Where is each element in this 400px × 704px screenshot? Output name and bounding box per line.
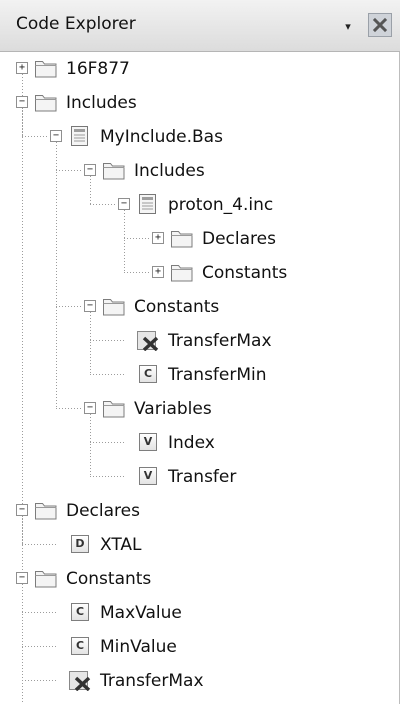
close-icon (372, 17, 388, 33)
folder-icon (102, 159, 126, 181)
tree-node-variables[interactable]: − Variables (0, 392, 400, 426)
panel-title: Code Explorer (16, 14, 136, 34)
tree-node-myinclude-bas[interactable]: − MyInclude.Bas (0, 120, 400, 154)
tree-node-declares[interactable]: + Declares (0, 222, 400, 256)
tree-node-label[interactable]: Transfer (168, 467, 236, 487)
variable-icon: V (139, 467, 157, 485)
tree-node-label[interactable]: Declares (66, 501, 140, 521)
tree-node-xtal[interactable]: D XTAL (0, 528, 400, 562)
tree-node-label[interactable]: proton_4.inc (168, 195, 273, 215)
tree-node-label[interactable]: TransferMax (100, 671, 204, 691)
tree-node-label[interactable]: TransferMax (168, 331, 272, 351)
tree-node-proton-4-inc[interactable]: − proton_4.inc (0, 188, 400, 222)
tree-node-constants[interactable]: − Constants (0, 562, 400, 596)
tree-node-16f877[interactable]: +16F877 (0, 52, 400, 86)
expand-icon[interactable]: + (152, 232, 164, 244)
tree-node-label[interactable]: Declares (202, 229, 276, 249)
tree-node-constants[interactable]: − Constants (0, 290, 400, 324)
tree-node-includes[interactable]: − Includes (0, 154, 400, 188)
folder-icon (34, 57, 58, 79)
tree-node-transfermax[interactable]: TransferMax (0, 324, 400, 358)
folder-icon (34, 91, 58, 113)
tree-node-label[interactable]: MinValue (100, 637, 177, 657)
folder-icon (102, 397, 126, 419)
error-icon (136, 329, 160, 352)
file-include-icon (136, 193, 160, 215)
tree-node-label[interactable]: 16F877 (66, 59, 130, 79)
variable-icon: V (139, 433, 157, 451)
tree-node-declares[interactable]: − Declares (0, 494, 400, 528)
code-explorer-panel: Code Explorer ▾ +16F877 − Includes − MyInclu… (0, 0, 400, 704)
collapse-icon[interactable]: − (16, 572, 28, 584)
tree-node-label[interactable]: Constants (66, 569, 151, 589)
tree-node-label[interactable]: Includes (66, 93, 137, 113)
expand-icon[interactable]: + (152, 266, 164, 278)
folder-icon (102, 295, 126, 317)
tree-node-label[interactable]: Variables (134, 399, 212, 419)
collapse-icon[interactable]: − (84, 164, 96, 176)
expand-icon[interactable]: + (16, 62, 28, 74)
collapse-icon[interactable]: − (16, 504, 28, 516)
tree-node-label[interactable]: MyInclude.Bas (100, 127, 223, 147)
file-include-icon (68, 125, 92, 147)
collapse-icon[interactable]: − (84, 300, 96, 312)
folder-icon (34, 567, 58, 589)
tree-node-label[interactable]: TransferMin (168, 365, 267, 385)
tree-node-transfer[interactable]: V Transfer (0, 460, 400, 494)
folder-icon (170, 227, 194, 249)
tree-node-transfermax[interactable]: TransferMax (0, 664, 400, 698)
code-explorer-tree: +16F877− Includes − MyInclude.Bas − Includes −… (0, 52, 400, 704)
close-button[interactable] (368, 13, 392, 37)
tree-node-label[interactable]: Constants (134, 297, 219, 317)
error-icon (68, 669, 92, 692)
folder-icon (170, 261, 194, 283)
collapse-icon[interactable]: − (16, 96, 28, 108)
tree-node-constants[interactable]: + Constants (0, 256, 400, 290)
tree-node-transfermin[interactable]: C TransferMin (0, 358, 400, 392)
collapse-icon[interactable]: − (50, 130, 62, 142)
tree-node-label[interactable]: Constants (202, 263, 287, 283)
constant-icon: C (139, 365, 157, 383)
collapse-icon[interactable]: − (118, 198, 130, 210)
tree-node-label[interactable]: Includes (134, 161, 205, 181)
declare-icon: D (71, 535, 89, 553)
tree-node-includes[interactable]: − Includes (0, 86, 400, 120)
tree-node-maxvalue[interactable]: C MaxValue (0, 596, 400, 630)
constant-icon: C (71, 637, 89, 655)
collapse-icon[interactable]: − (84, 402, 96, 414)
tree-node-label[interactable]: Index (168, 433, 215, 453)
tree-node-label[interactable]: XTAL (100, 535, 142, 555)
tree-node-minvalue[interactable]: C MinValue (0, 630, 400, 664)
tree-node-index[interactable]: V Index (0, 426, 400, 460)
panel-titlebar: Code Explorer ▾ (0, 0, 400, 52)
panel-menu-dropdown-icon[interactable]: ▾ (339, 18, 357, 36)
tree-node-label[interactable]: MaxValue (100, 603, 182, 623)
folder-icon (34, 499, 58, 521)
constant-icon: C (71, 603, 89, 621)
